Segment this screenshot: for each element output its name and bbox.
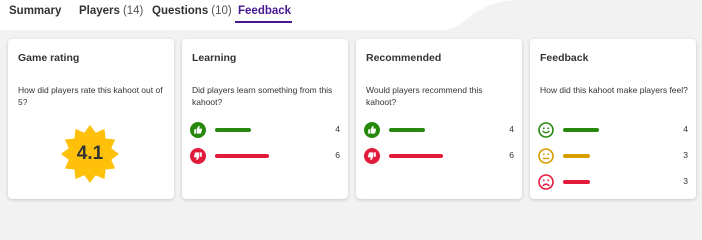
- learning-no-count: 6: [335, 150, 340, 160]
- report-page: Summary Players (14) Questions (10) Feedba…: [0, 0, 702, 209]
- tab-feedback[interactable]: Feedback: [238, 5, 291, 17]
- feedback-happy-row: 4: [538, 122, 688, 138]
- rating-value: 4.1: [76, 143, 104, 164]
- recommended-no-row: 6: [364, 148, 514, 164]
- learning-yes-count: 4: [335, 124, 340, 134]
- feedback-neutral-row: 3: [538, 148, 688, 164]
- card-question: Did players learn something from this ka…: [192, 85, 333, 107]
- rating-badge: 4.1: [60, 124, 120, 184]
- feedback-neutral-bar: [563, 154, 590, 158]
- learning-yes-row: 4: [190, 122, 340, 138]
- thumbs-down-icon: [190, 148, 206, 164]
- recommended-card: Recommended Would players recommend this…: [356, 39, 522, 199]
- tab-questions[interactable]: Questions (10): [152, 5, 232, 17]
- happy-face-icon: [538, 122, 554, 138]
- tab-players-label: Players: [79, 5, 120, 17]
- thumbs-down-icon: [364, 148, 380, 164]
- learning-no-bar: [215, 154, 269, 158]
- card-title: Learning: [192, 52, 237, 64]
- recommended-yes-row: 4: [364, 122, 514, 138]
- tab-feedback-label: Feedback: [238, 5, 292, 17]
- feedback-happy-count: 4: [683, 124, 688, 134]
- tab-summary-label: Summary: [9, 5, 62, 17]
- neutral-face-icon: [538, 148, 554, 164]
- feedback-sad-bar: [563, 180, 590, 184]
- thumbs-up-icon: [190, 122, 206, 138]
- recommended-yes-bar: [389, 128, 425, 132]
- card-title: Recommended: [366, 52, 442, 64]
- tab-players-count: (14): [122, 5, 144, 17]
- learning-yes-bar: [215, 128, 251, 132]
- tab-questions-label: Questions: [152, 5, 209, 17]
- tab-bar-curve: [380, 0, 520, 30]
- tab-questions-count: (10): [211, 5, 232, 17]
- feedback-sad-count: 3: [683, 176, 688, 186]
- tab-summary[interactable]: Summary: [9, 5, 61, 17]
- tab-bar: Summary Players (14) Questions (10) Feedba…: [0, 0, 702, 32]
- active-tab-indicator: [235, 21, 292, 23]
- recommended-no-count: 6: [509, 150, 514, 160]
- card-question: Would players recommend this kahoot?: [366, 85, 483, 107]
- thumbs-up-icon: [364, 122, 380, 138]
- learning-no-row: 6: [190, 148, 340, 164]
- tab-players[interactable]: Players (14): [79, 5, 143, 17]
- card-question: How did players rate this kahoot out of …: [18, 85, 163, 107]
- recommended-yes-count: 4: [509, 124, 514, 134]
- sad-face-icon: [538, 174, 554, 190]
- feedback-sad-row: 3: [538, 174, 688, 190]
- recommended-no-bar: [389, 154, 443, 158]
- learning-card: Learning Did players learn something fro…: [182, 39, 348, 199]
- card-question: How did this kahoot make players feel?: [540, 85, 688, 95]
- card-title: Game rating: [18, 52, 80, 64]
- game-rating-card: Game rating How did players rate this ka…: [8, 39, 174, 199]
- feedback-happy-bar: [563, 128, 599, 132]
- feedback-card: Feedback How did this kahoot make player…: [530, 39, 696, 199]
- card-title: Feedback: [540, 52, 589, 64]
- feedback-neutral-count: 3: [683, 150, 688, 160]
